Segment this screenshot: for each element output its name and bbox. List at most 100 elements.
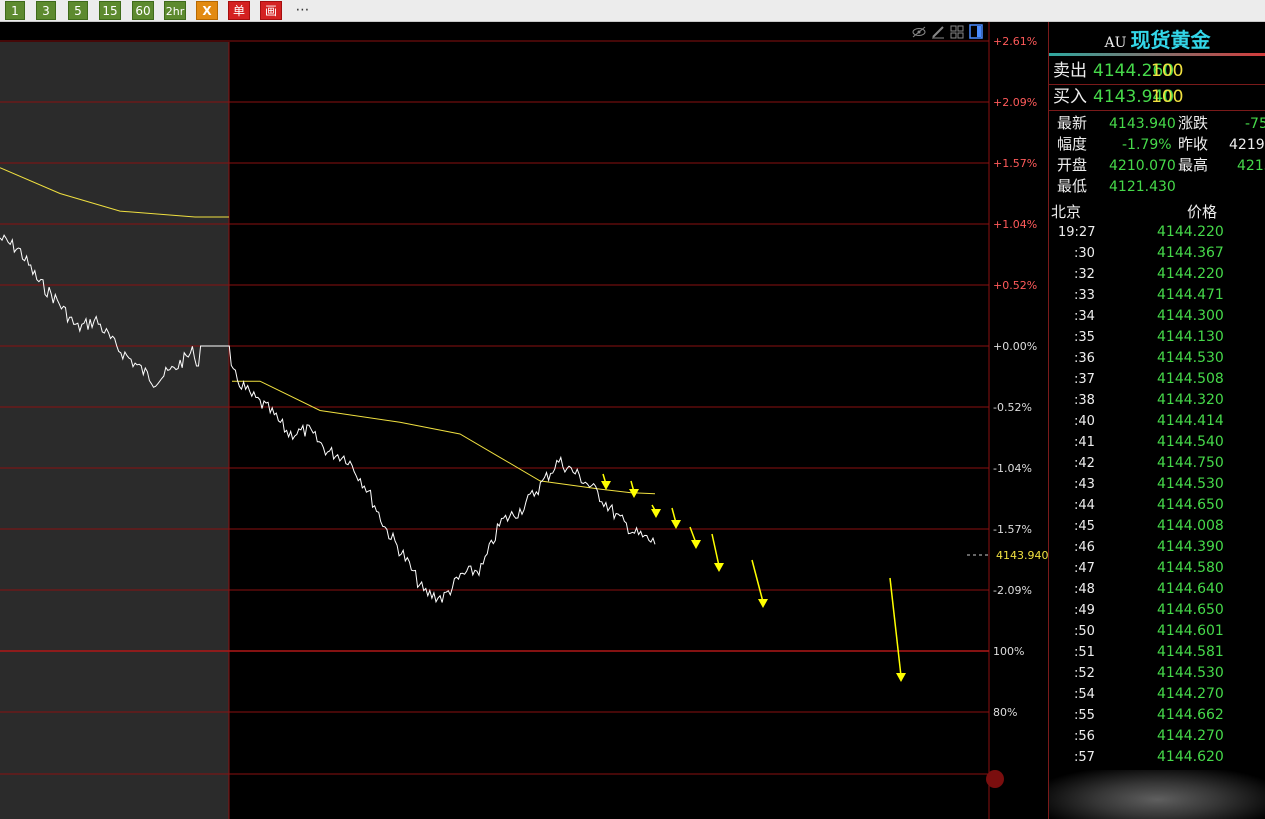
tick-price: 4144.508 — [1157, 371, 1224, 387]
axis-label: +2.61% — [993, 35, 1037, 48]
tick-price: 4144.530 — [1157, 665, 1224, 681]
stat-open: 开盘 — [1057, 156, 1088, 174]
tick-time: :51 — [1074, 645, 1095, 660]
tick-price: 4144.220 — [1157, 266, 1224, 282]
tick-time: :48 — [1074, 582, 1095, 597]
symbol-title: AU 现货黄金 — [1049, 24, 1265, 54]
crosshair-button[interactable]: X — [196, 1, 218, 20]
tick-time: :44 — [1074, 498, 1095, 513]
axis-label: +0.52% — [993, 279, 1037, 292]
tick-time: :30 — [1074, 246, 1095, 261]
tick-row: :36 4144.530 — [1049, 348, 1265, 369]
tick-time: :34 — [1074, 309, 1095, 324]
draw-button[interactable]: 画 — [260, 1, 282, 20]
stat-change-value: -75 — [1245, 116, 1265, 132]
arrow-head — [758, 599, 768, 608]
tick-time: 19:27 — [1058, 225, 1096, 240]
arrow-head — [651, 509, 661, 518]
tick-time: :50 — [1074, 624, 1095, 639]
tick-price: 4144.650 — [1157, 497, 1224, 513]
divider — [1049, 110, 1265, 111]
sell-label: 卖出 — [1053, 61, 1087, 81]
tick-row: :41 4144.540 — [1049, 432, 1265, 453]
tick-price: 4144.414 — [1157, 413, 1224, 429]
current-price-marker: 4143.940 — [996, 549, 1048, 562]
eye-icon[interactable] — [912, 26, 926, 38]
stat-prev-close-value: 4219 — [1229, 137, 1265, 153]
tick-row: 19:27 4144.220 — [1049, 222, 1265, 243]
ticks-price-header: 价格 — [1187, 203, 1218, 221]
tick-row: :34 4144.300 — [1049, 306, 1265, 327]
tick-time: :37 — [1074, 372, 1095, 387]
period-3min-button[interactable]: 3 — [36, 1, 56, 20]
ticks-time-header: 北京 — [1051, 203, 1082, 221]
tick-time: :46 — [1074, 540, 1095, 555]
axis-label: -1.57% — [993, 523, 1032, 536]
ticks-header: 北京 价格 — [1051, 201, 1265, 222]
tick-time: :56 — [1074, 729, 1095, 744]
tick-row: :38 4144.320 — [1049, 390, 1265, 411]
tick-price: 4144.640 — [1157, 581, 1224, 597]
tick-price: 4144.300 — [1157, 308, 1224, 324]
stat-latest-value: 4143.940 — [1109, 116, 1176, 132]
tick-time: :41 — [1074, 435, 1095, 450]
intraday-chart[interactable]: +2.61% +2.09% +1.57% +1.04% +0.52% +0.00% -0.5… — [0, 22, 1048, 819]
tick-time: :42 — [1074, 456, 1095, 471]
tick-time: :52 — [1074, 666, 1095, 681]
more-icon[interactable]: ⋯ — [290, 1, 316, 20]
tick-price: 4144.471 — [1157, 287, 1224, 303]
tick-row: :46 4144.390 — [1049, 537, 1265, 558]
tick-price: 4144.367 — [1157, 245, 1224, 261]
single-chart-button[interactable]: 单 — [228, 1, 250, 20]
period-1min-button[interactable]: 1 — [5, 1, 25, 20]
period-5min-button[interactable]: 5 — [68, 1, 88, 20]
tick-time: :49 — [1074, 603, 1095, 618]
tick-price: 4144.620 — [1157, 749, 1224, 765]
axis-label: +0.00% — [993, 340, 1037, 353]
tick-price: 4144.220 — [1157, 224, 1224, 240]
tick-row: :43 4144.530 — [1049, 474, 1265, 495]
watermark-dot — [986, 770, 1004, 788]
tick-row: :55 4144.662 — [1049, 705, 1265, 726]
average-price-line-session — [232, 380, 656, 495]
arrow-head — [601, 481, 611, 490]
tick-time: :57 — [1074, 750, 1095, 765]
panel-toggle-icon[interactable] — [969, 24, 983, 39]
pencil-icon[interactable] — [932, 26, 944, 39]
buy-volume: 100 — [1151, 87, 1184, 107]
grid-layout-icon[interactable] — [950, 25, 964, 39]
tick-price: 4144.130 — [1157, 329, 1224, 345]
symbol-name: 现货黄金 — [1130, 28, 1211, 52]
axis-label: -1.04% — [993, 462, 1032, 475]
tick-row: :35 4144.130 — [1049, 327, 1265, 348]
tick-price: 4144.530 — [1157, 350, 1224, 366]
tick-price: 4144.601 — [1157, 623, 1224, 639]
tick-time: :45 — [1074, 519, 1095, 534]
period-toolbar: 1 3 5 15 60 2hr X 单 画 ⋯ — [0, 0, 1265, 22]
tick-time: :55 — [1074, 708, 1095, 723]
tick-price: 4144.270 — [1157, 686, 1224, 702]
stat-low-value: 4121.430 — [1109, 179, 1176, 195]
tick-row: :44 4144.650 — [1049, 495, 1265, 516]
axis-label: 80% — [993, 706, 1017, 719]
period-2hr-button[interactable]: 2hr — [164, 1, 186, 20]
tick-row: :51 4144.581 — [1049, 642, 1265, 663]
tick-time: :40 — [1074, 414, 1095, 429]
axis-label: +2.09% — [993, 96, 1037, 109]
period-15min-button[interactable]: 15 — [99, 1, 121, 20]
tick-price: 4144.390 — [1157, 539, 1224, 555]
tick-row: :57 4144.620 — [1049, 747, 1265, 768]
arrow-shaft — [889, 577, 902, 677]
tick-time: :47 — [1074, 561, 1095, 576]
axis-label: -0.52% — [993, 401, 1032, 414]
period-60min-button[interactable]: 60 — [132, 1, 154, 20]
arrow-head — [671, 520, 681, 529]
tick-row: :42 4144.750 — [1049, 453, 1265, 474]
arrow-head — [896, 673, 906, 682]
buy-label: 买入 — [1053, 87, 1087, 107]
tick-price: 4144.320 — [1157, 392, 1224, 408]
stat-amplitude-value: -1.79% — [1122, 137, 1172, 153]
tick-row: :50 4144.601 — [1049, 621, 1265, 642]
right-axis-labels: +2.61% +2.09% +1.57% +1.04% +0.52% +0.00% -0.5… — [993, 35, 1037, 719]
axis-label: -2.09% — [993, 584, 1032, 597]
